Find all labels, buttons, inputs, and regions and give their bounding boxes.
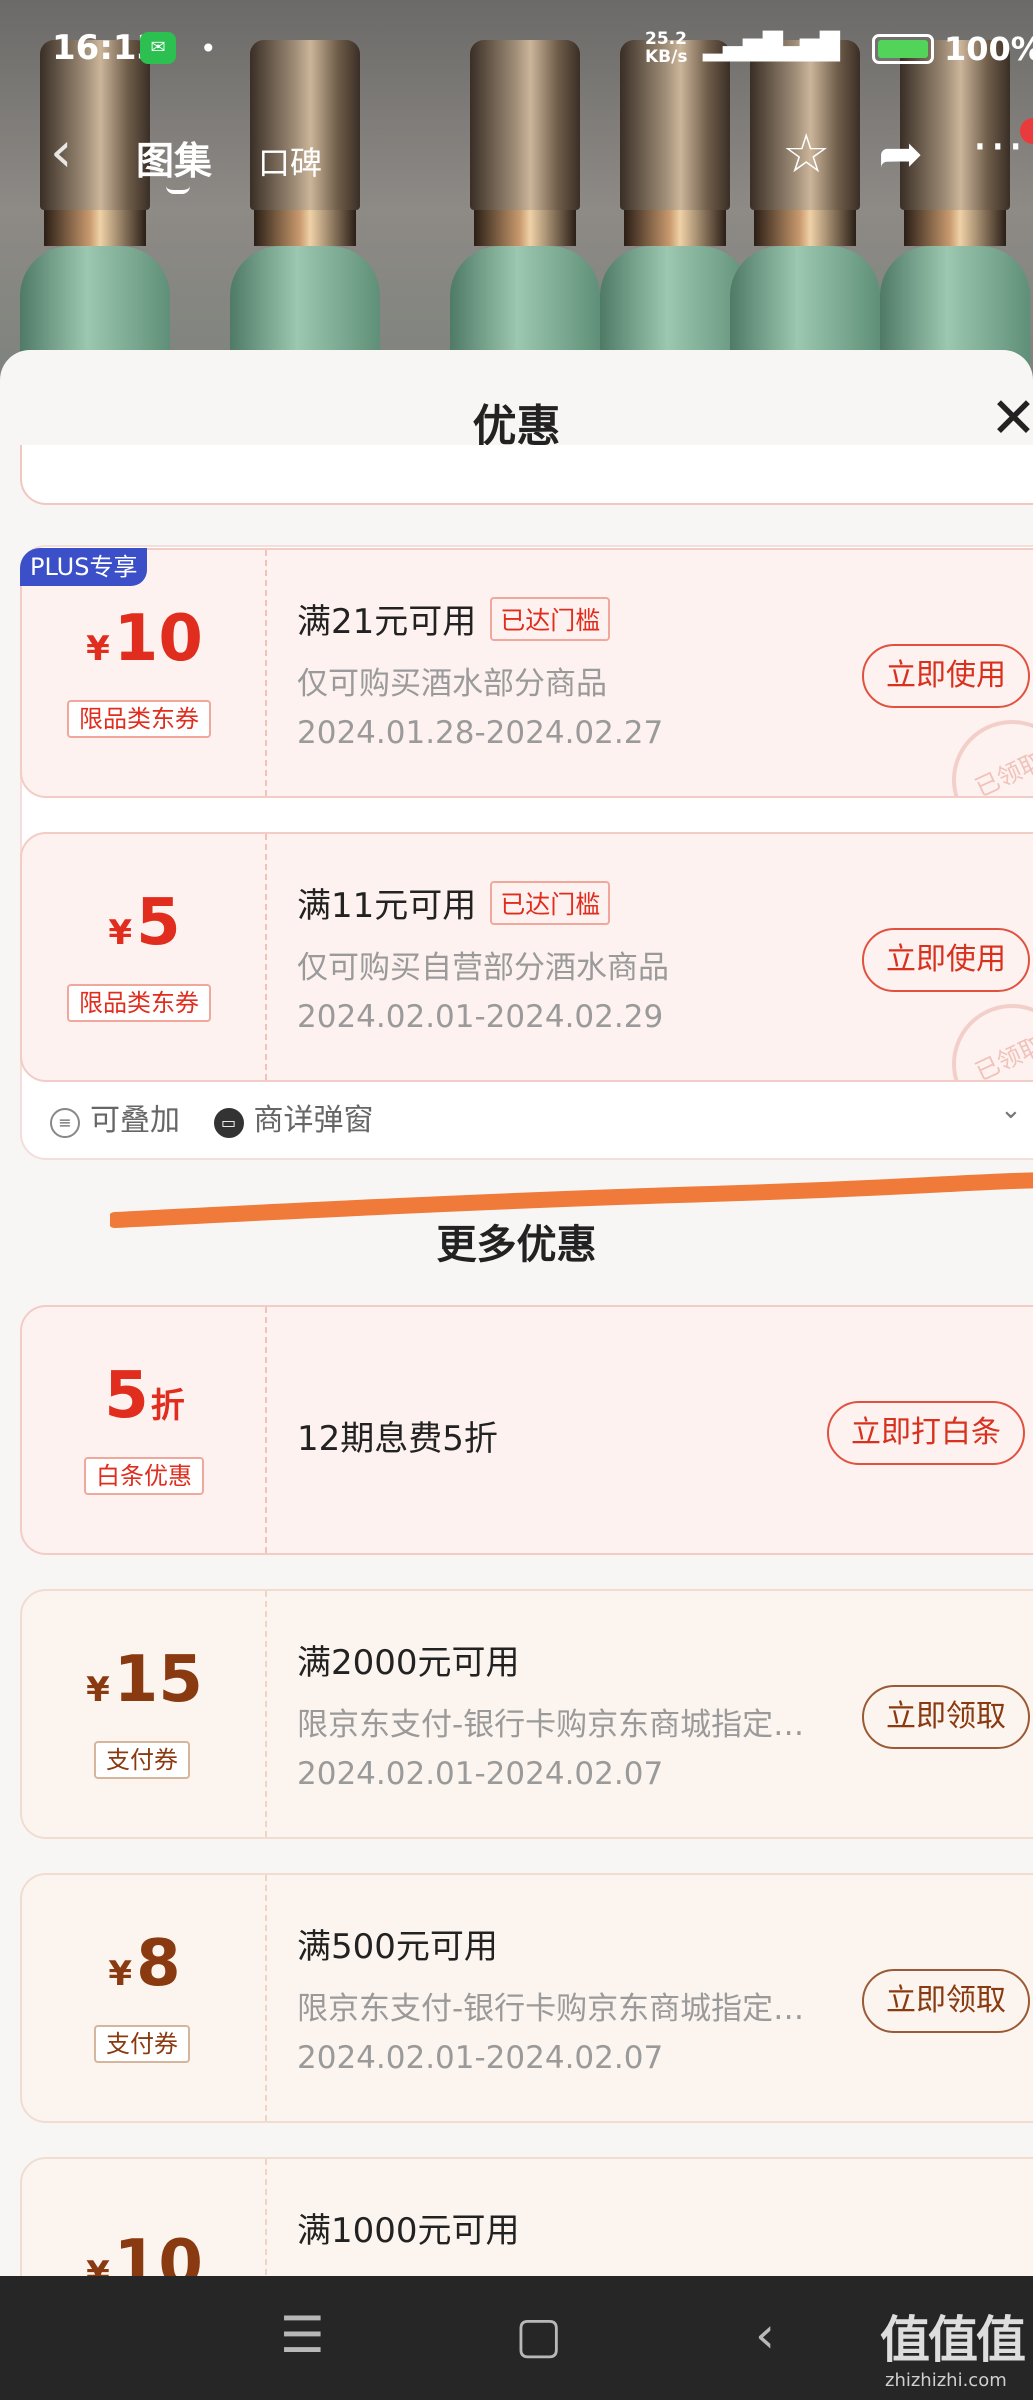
coupon-card: ¥8 支付券 满500元可用 限京东支付-银行卡购京东商城指定… 2024.02… [20, 1873, 1033, 2123]
stack-icon: ≡ [50, 1108, 80, 1138]
wechat-icon: ✉ [140, 32, 176, 64]
coupon-card: ¥5 限品类东券 满11元可用 已达门槛 仅可购买自营部分酒水商品 2024.02… [20, 832, 1033, 1082]
coupon-card-partial [20, 445, 1033, 505]
menu-icon[interactable]: ☰ [280, 2306, 325, 2364]
more-icon[interactable]: ··· [972, 118, 1026, 176]
coupon-amount: ¥5 [108, 886, 181, 960]
coupon-description: 限京东支付-银行卡购京东商城指定… [297, 1991, 805, 2027]
coupon-amount: ¥15 [86, 1643, 203, 1717]
coupon-type-tag: 支付券 [94, 1741, 190, 1779]
coupon-condition: 满500元可用 [297, 1927, 498, 1967]
coupon-left-panel: ¥15 支付券 [22, 1591, 267, 1837]
coupon-amount: ¥10 [86, 602, 203, 676]
claim-now-button[interactable]: 立即领取 [862, 1685, 1030, 1749]
coupon-description: 仅可购买自营部分酒水商品 [297, 950, 669, 986]
coupon-type-tag: 限品类东券 [67, 984, 211, 1022]
use-now-button[interactable]: 立即使用 [862, 644, 1030, 708]
tab-reviews[interactable]: 口碑 [258, 138, 322, 184]
coupon-type-tag: 限品类东券 [67, 700, 211, 738]
coupon-date: 2024.01.28-2024.02.27 [297, 715, 664, 751]
coupon-amount: ¥8 [108, 1927, 181, 2001]
threshold-reached-badge: 已达门槛 [490, 881, 611, 925]
claim-now-button[interactable]: 立即领取 [862, 1969, 1030, 2033]
claimed-stamp: 已领取 [932, 984, 1033, 1080]
use-baitiao-button[interactable]: 立即打白条 [827, 1401, 1025, 1465]
coupon-amount: 5折 [104, 1359, 185, 1433]
coupon-card: ¥10 满1000元可用 [20, 2157, 1033, 2280]
coupon-type-tag: 支付券 [94, 2025, 190, 2063]
feature-stackable: ≡ 可叠加 [50, 1103, 180, 1138]
coupon-card: ¥10 限品类东券 满21元可用 已达门槛 仅可购买酒水部分商品 2024.01.… [20, 548, 1033, 798]
popup-icon: ▭ [213, 1108, 244, 1138]
claimed-stamp: 已领取 [932, 700, 1033, 796]
network-speed: 25.2 KB/s [645, 29, 688, 67]
close-icon[interactable]: ✕ [990, 386, 1033, 451]
coupon-left-panel: ¥5 限品类东券 [22, 834, 267, 1080]
star-icon[interactable]: ☆ [782, 122, 830, 185]
coupon-condition: 满21元可用 已达门槛 [297, 594, 611, 643]
watermark-logo: 值值值 [880, 2311, 1026, 2369]
wifi-icon: ◠ [818, 32, 841, 62]
watermark-site: zhizhizhi.com [885, 2370, 1007, 2391]
threshold-reached-badge: 已达门槛 [490, 597, 611, 641]
battery-percent: 100% [944, 30, 1033, 68]
share-icon[interactable]: ➦ [878, 122, 923, 185]
use-now-button[interactable]: 立即使用 [862, 928, 1030, 992]
coupon-left-panel: 5折 白条优惠 [22, 1307, 267, 1553]
back-nav-icon[interactable]: ‹ [755, 2306, 775, 2364]
header-nav: ‹ 图集 口碑 ☆ ➦ ··· [0, 110, 1033, 200]
coupon-description: 限京东支付-银行卡购京东商城指定… [297, 1707, 805, 1743]
system-nav-bar: ☰ ▢ ‹ [0, 2276, 1033, 2400]
coupon-left-panel: ¥10 限品类东券 [22, 550, 267, 796]
coupon-condition: 12期息费5折 [297, 1419, 498, 1459]
coupon-date: 2024.02.01-2024.02.29 [297, 999, 664, 1035]
coupon-condition: 满11元可用 已达门槛 [297, 878, 611, 927]
plus-exclusive-badge: PLUS专享 [20, 548, 148, 586]
coupon-date: 2024.02.01-2024.02.07 [297, 1756, 664, 1792]
coupon-left-panel: ¥8 支付券 [22, 1875, 267, 2121]
chevron-down-icon[interactable]: ⌄ [1000, 1095, 1022, 1125]
coupon-amount: ¥10 [86, 2227, 203, 2280]
feature-popup: ▭ 商详弹窗 [213, 1103, 374, 1138]
coupon-type-tag: 白条优惠 [84, 1457, 204, 1495]
coupon-date: 2024.02.01-2024.02.07 [297, 2040, 664, 2076]
status-bar: 16:13 ✉ • 25.2 KB/s ▂▄▆█ ▂▄▆█ ◠ 100% [0, 0, 1033, 100]
home-icon[interactable]: ▢ [515, 2306, 562, 2364]
coupon-card: ¥15 支付券 满2000元可用 限京东支付-银行卡购京东商城指定… 2024.… [20, 1589, 1033, 1839]
back-icon[interactable]: ‹ [50, 120, 72, 185]
coupon-condition: 满1000元可用 [297, 2211, 520, 2251]
coupon-features: ≡ 可叠加 ▭ 商详弹窗 [50, 1095, 398, 1139]
discount-sheet: 优惠 ✕ ¥10 限品类东券 满21元可用 已达门槛 仅可购买酒水部分商品 202… [0, 350, 1033, 2280]
notification-dot-icon: • [200, 32, 217, 65]
coupon-left-panel: ¥10 [22, 2159, 267, 2280]
battery-icon [872, 34, 934, 64]
coupon-description: 仅可购买酒水部分商品 [297, 666, 607, 702]
coupon-card: 5折 白条优惠 12期息费5折 立即打白条 [20, 1305, 1033, 1555]
coupon-condition: 满2000元可用 [297, 1643, 520, 1683]
more-discounts-title: 更多优惠 [436, 1222, 597, 1268]
tab-gallery[interactable]: 图集 [136, 130, 212, 194]
